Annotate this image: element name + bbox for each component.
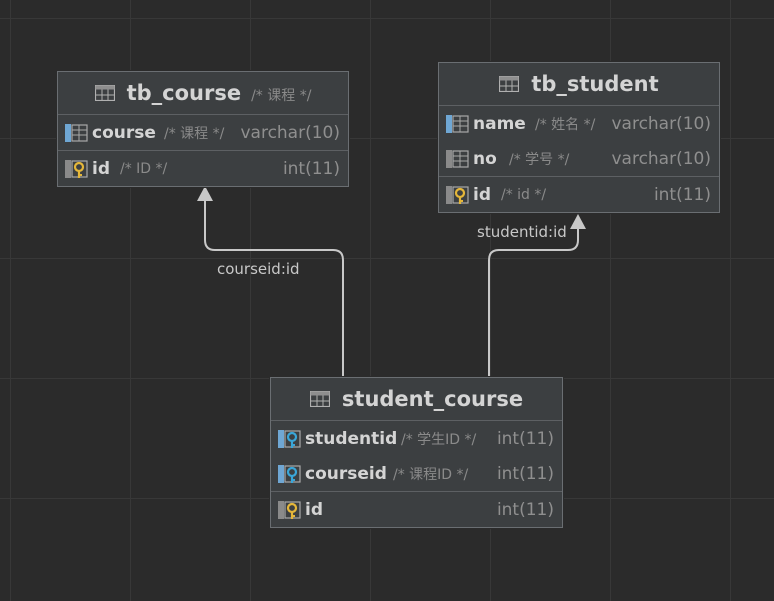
studentid-edge-arrowhead — [570, 214, 586, 229]
table-icon — [309, 391, 330, 407]
column-icon — [446, 114, 469, 133]
table-header[interactable]: tb_course /* 课程 */ — [58, 72, 348, 115]
column-comment: /* 学生ID */ — [401, 431, 477, 448]
column-row-id[interactable]: id /* id */ int(11) — [439, 177, 719, 212]
keys-section: id /* ID */ int(11) — [58, 151, 348, 186]
column-row-id[interactable]: id int(11) — [271, 492, 562, 527]
keys-section: id /* id */ int(11) — [439, 177, 719, 212]
column-row-no[interactable]: no /* 学号 */ varchar(10) — [439, 141, 719, 176]
column-comment: /* 学号 */ — [509, 151, 570, 168]
foreign-key-icon — [278, 464, 301, 483]
table-tb-student[interactable]: tb_student name /* 姓名 */ varchar(10) no … — [438, 62, 720, 213]
column-icon — [65, 123, 88, 142]
table-name: tb_student — [531, 72, 659, 96]
table-header[interactable]: tb_student — [439, 63, 719, 106]
table-student-course[interactable]: student_course studentid /* 学生ID */ int(… — [270, 377, 563, 528]
column-name: courseid — [305, 463, 387, 484]
table-icon — [94, 85, 115, 101]
column-comment: /* 姓名 */ — [535, 116, 596, 133]
column-row-name[interactable]: name /* 姓名 */ varchar(10) — [439, 106, 719, 141]
column-name: name — [473, 113, 526, 134]
courseid-edge-label: courseid:id — [217, 260, 300, 278]
table-comment: /* 课程 */ — [251, 87, 312, 104]
column-comment: /* ID */ — [120, 160, 168, 177]
studentid-edge-line[interactable] — [488, 228, 579, 377]
column-name: id — [473, 184, 491, 205]
columns-section: course /* 课程 */ varchar(10) — [58, 115, 348, 151]
column-row-course[interactable]: course /* 课程 */ varchar(10) — [58, 115, 348, 150]
column-type: varchar(10) — [611, 113, 711, 134]
column-row-studentid[interactable]: studentid /* 学生ID */ int(11) — [271, 421, 562, 456]
table-name: tb_course — [126, 81, 242, 105]
foreign-key-icon — [278, 429, 301, 448]
column-comment: /* 课程ID */ — [393, 466, 469, 483]
column-type: varchar(10) — [240, 122, 340, 143]
column-name: id — [92, 158, 110, 179]
column-row-id[interactable]: id /* ID */ int(11) — [58, 151, 348, 186]
studentid-edge-label: studentid:id — [477, 223, 567, 241]
column-icon — [446, 149, 469, 168]
column-name: id — [305, 499, 323, 520]
table-name: student_course — [341, 387, 524, 411]
column-comment: /* id */ — [501, 186, 547, 203]
diagram-canvas: courseid:id studentid:id tb_course /* 课程… — [0, 0, 774, 601]
column-type: int(11) — [496, 463, 554, 484]
table-icon — [499, 76, 520, 92]
column-type: int(11) — [653, 184, 711, 205]
courseid-edge-line[interactable] — [204, 200, 344, 377]
column-comment: /* 课程 */ — [164, 125, 225, 142]
primary-key-icon — [65, 159, 88, 178]
column-type: int(11) — [496, 428, 554, 449]
columns-section: name /* 姓名 */ varchar(10) no /* 学号 */ va… — [439, 106, 719, 177]
courseid-edge-arrowhead — [197, 186, 213, 201]
column-row-courseid[interactable]: courseid /* 课程ID */ int(11) — [271, 456, 562, 491]
columns-section: studentid /* 学生ID */ int(11) courseid /*… — [271, 421, 562, 492]
column-name: studentid — [305, 428, 398, 449]
column-name: course — [92, 122, 156, 143]
table-header[interactable]: student_course — [271, 378, 562, 421]
table-tb-course[interactable]: tb_course /* 课程 */ course /* 课程 */ varch… — [57, 71, 349, 187]
column-name: no — [473, 148, 497, 169]
column-type: int(11) — [496, 499, 554, 520]
column-type: varchar(10) — [611, 148, 711, 169]
keys-section: id int(11) — [271, 492, 562, 527]
primary-key-icon — [278, 500, 301, 519]
primary-key-icon — [446, 185, 469, 204]
column-type: int(11) — [282, 158, 340, 179]
